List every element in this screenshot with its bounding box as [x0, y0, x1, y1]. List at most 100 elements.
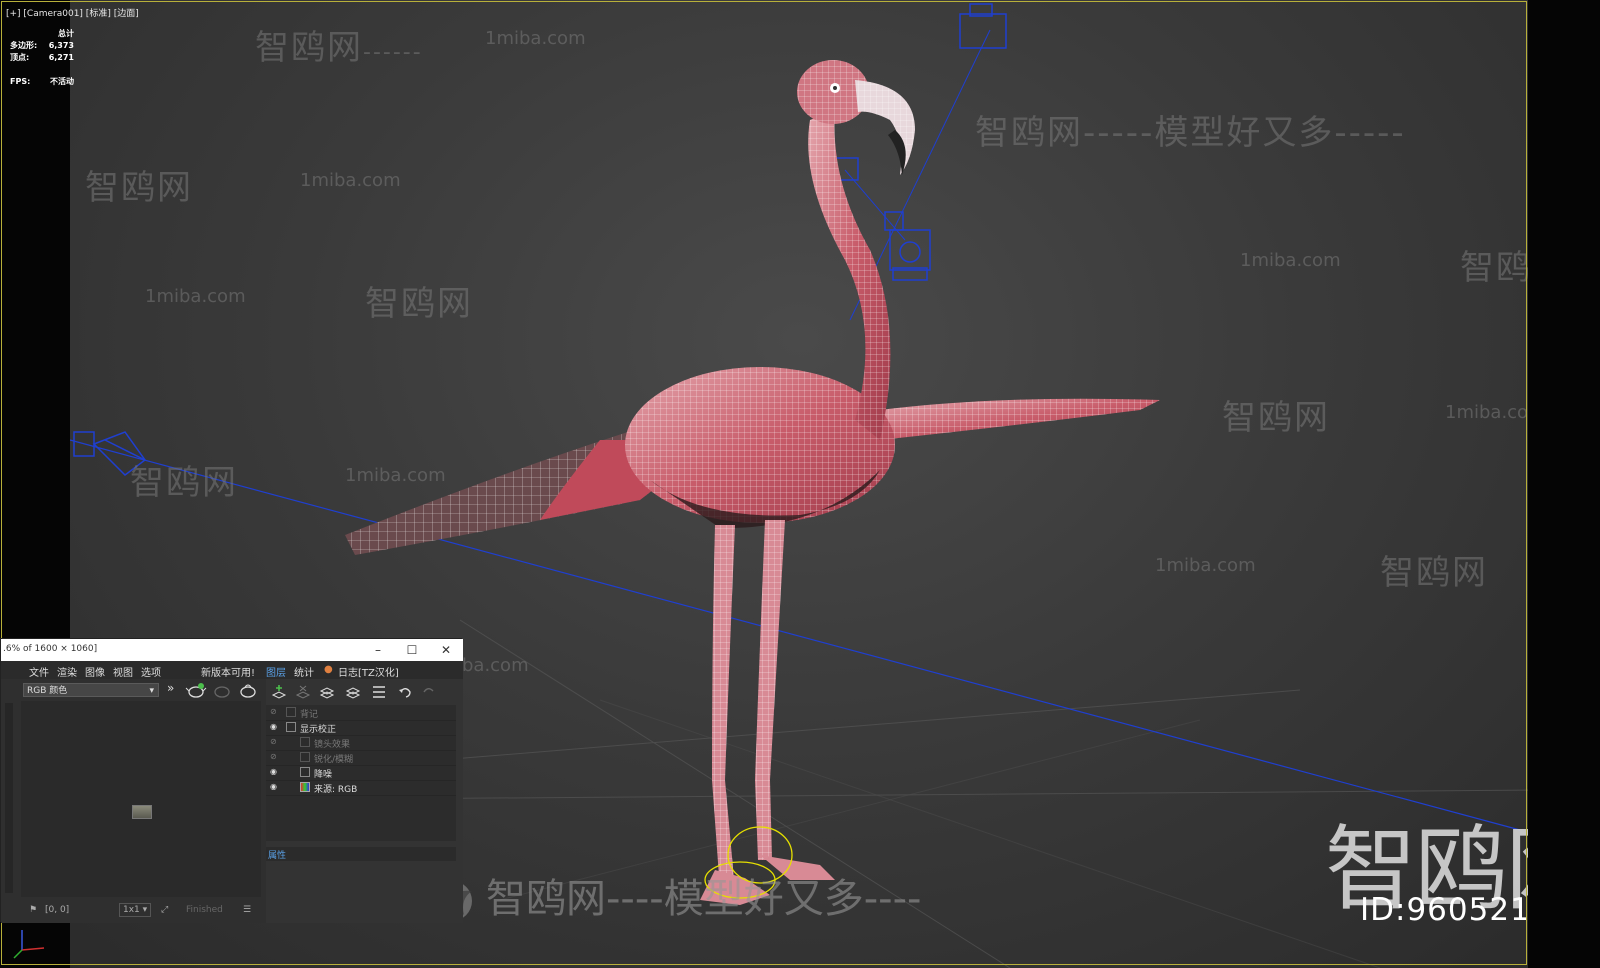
- menu-view[interactable]: 视图: [113, 664, 133, 679]
- load-layers-icon[interactable]: [318, 683, 336, 701]
- stats-polys-label: 多边形:: [10, 41, 38, 50]
- layer-icon: [300, 737, 310, 747]
- render-status: Finished: [186, 905, 223, 915]
- double-chevron-icon[interactable]: »: [167, 681, 174, 695]
- layer-label: 镜头效果: [314, 740, 351, 750]
- render-toolbar: »: [167, 681, 263, 699]
- menu-bar: 文件 渲染 图像 视图 选项 新版本可用!: [1, 661, 266, 679]
- layer-icon: [286, 722, 296, 732]
- visibility-off-icon[interactable]: ⊘: [270, 738, 280, 746]
- update-notice-link[interactable]: 新版本可用!: [201, 664, 255, 679]
- render-active-shade-icon[interactable]: [237, 681, 259, 699]
- frame-buffer-window[interactable]: .6% of 1600 × 1060] – ☐ ✕ 文件 渲染 图像 视图 选项…: [0, 638, 463, 923]
- render-panel: RGB 颜色 ▾ » ⚑ [0, 0] 1x1 ▾ ⤢ Finished ☰: [1, 679, 266, 923]
- watermark-domain: 1miba.com: [300, 170, 401, 191]
- watermark-domain: 1miba.com: [485, 28, 586, 49]
- layer-row[interactable]: ◉ 降噪: [266, 765, 456, 781]
- menu-file[interactable]: 文件: [29, 664, 49, 679]
- layer-icon: [300, 752, 310, 762]
- menu-image[interactable]: 图像: [85, 664, 105, 679]
- right-letterbox: [1528, 0, 1600, 968]
- layer-label: 降噪: [314, 770, 333, 780]
- eye-icon[interactable]: ◉: [270, 723, 280, 731]
- menu-render[interactable]: 渲染: [57, 664, 77, 679]
- render-canvas[interactable]: [21, 701, 261, 897]
- layer-row[interactable]: ◉ 显示校正: [266, 720, 456, 736]
- picker-icon[interactable]: ⤢: [161, 905, 168, 915]
- viewport-label[interactable]: [+] [Camera001] [标准] [边面]: [6, 6, 139, 19]
- layer-icon: [300, 767, 310, 777]
- vertical-scrollbar[interactable]: [5, 703, 13, 893]
- redo-icon[interactable]: [420, 683, 438, 701]
- zoom-dropdown[interactable]: 1x1 ▾: [119, 903, 152, 917]
- stats-fps-label: FPS:: [10, 77, 31, 86]
- tab-log[interactable]: 日志[TZ汉化]: [338, 664, 399, 679]
- axis-gizmo-icon: [13, 930, 45, 959]
- stats-fps-value: 不活动: [50, 77, 74, 86]
- save-layers-icon[interactable]: [344, 683, 362, 701]
- visibility-off-icon[interactable]: ⊘: [270, 753, 280, 761]
- chevron-down-icon: ▾: [149, 686, 154, 696]
- layer-row[interactable]: ⊘ 背记: [266, 705, 456, 721]
- properties-label: 属性: [268, 851, 287, 861]
- visibility-off-icon[interactable]: ⊘: [270, 708, 280, 716]
- layer-row[interactable]: ⊘ 锐化/模糊: [266, 750, 456, 766]
- layers-panel: 图层 统计 ● 日志[TZ汉化] ⊘ 背记 ◉ 显示校正 ⊘ 镜头效果 ⊘ 锐化…: [266, 661, 463, 923]
- stats-total-label: 总计: [58, 29, 74, 38]
- tab-layers[interactable]: 图层: [266, 664, 286, 679]
- flamingo-model: [345, 60, 1160, 905]
- watermark-text: 智鸥网------: [255, 28, 423, 68]
- watermark-domain: 1miba.com: [1240, 250, 1341, 271]
- watermark-text: 智鸥网: [1380, 553, 1488, 593]
- layer-label: 锐化/模糊: [314, 755, 354, 765]
- frame-buffer-statusbar: ⚑ [0, 0] 1x1 ▾ ⤢ Finished ☰: [21, 903, 261, 919]
- eye-icon[interactable]: ◉: [270, 768, 280, 776]
- window-title: .6% of 1600 × 1060]: [3, 644, 98, 654]
- layer-label: 背记: [300, 710, 319, 720]
- watermark-text: 智鸥网-----模型好又多-----: [975, 113, 1406, 153]
- coords-readout: [0, 0]: [45, 905, 70, 915]
- render-thumbnail: [132, 805, 152, 819]
- watermark-text: 智鸥网: [365, 284, 473, 324]
- add-layer-icon[interactable]: [270, 683, 288, 701]
- stats-overlay: 总计 多边形: 6,373 顶点: 6,271 FPS: 不活动: [10, 28, 74, 88]
- watermark-text: 智鸥网: [130, 463, 238, 503]
- render-teapot-icon[interactable]: [185, 681, 207, 699]
- delete-layer-icon[interactable]: [294, 683, 312, 701]
- eye-icon[interactable]: ◉: [270, 783, 280, 791]
- properties-header: 属性: [266, 847, 456, 861]
- menu-icon[interactable]: ☰: [243, 905, 251, 915]
- watermark-domain: 1miba.com: [145, 286, 246, 307]
- watermark-domain: 1miba.com: [1155, 555, 1256, 576]
- channel-dropdown[interactable]: RGB 颜色 ▾: [23, 683, 159, 697]
- watermark-bottom: 智鸥网----模型好又多----: [430, 866, 921, 924]
- watermark-text: 智鸥网: [85, 168, 193, 208]
- undo-icon[interactable]: [396, 683, 414, 701]
- channel-value: RGB 颜色: [27, 686, 68, 696]
- stats-verts-value: 6,271: [48, 53, 74, 62]
- render-iterative-icon[interactable]: [211, 681, 233, 699]
- rgb-source-icon: [300, 782, 310, 792]
- layer-list: ⊘ 背记 ◉ 显示校正 ⊘ 镜头效果 ⊘ 锐化/模糊 ◉ 降噪 ◉ 来源: RG…: [266, 705, 456, 841]
- pan-icon[interactable]: ⚑: [29, 905, 37, 915]
- layer-label: 显示校正: [300, 725, 337, 735]
- watermark-domain: 1miba.com: [345, 465, 446, 486]
- properties-panel: [266, 861, 456, 921]
- watermark-text: 智鸥网: [1222, 398, 1330, 438]
- layer-icon: [286, 707, 296, 717]
- stats-verts-label: 顶点:: [10, 53, 30, 62]
- log-dot-icon: ●: [324, 664, 333, 675]
- layer-toolbar: [266, 679, 463, 705]
- frame-buffer-titlebar[interactable]: .6% of 1600 × 1060] – ☐ ✕: [1, 639, 463, 661]
- layer-row[interactable]: ⊘ 镜头效果: [266, 735, 456, 751]
- tab-stats[interactable]: 统计: [294, 664, 314, 679]
- minimize-button[interactable]: –: [363, 641, 393, 659]
- stats-polys-value: 6,373: [48, 41, 74, 50]
- layer-tabs: 图层 统计 ● 日志[TZ汉化]: [266, 661, 463, 679]
- menu-options[interactable]: 选项: [141, 664, 161, 679]
- layer-label: 来源: RGB: [314, 785, 358, 795]
- layer-row[interactable]: ◉ 来源: RGB: [266, 780, 456, 796]
- list-icon[interactable]: [370, 683, 388, 701]
- maximize-button[interactable]: ☐: [397, 641, 427, 659]
- close-button[interactable]: ✕: [431, 641, 461, 659]
